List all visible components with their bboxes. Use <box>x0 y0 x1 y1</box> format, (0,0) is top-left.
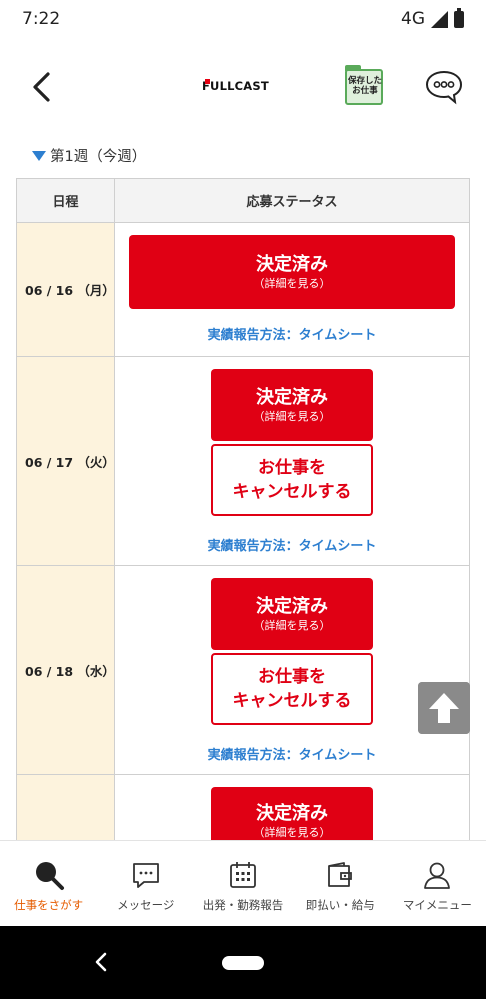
nav-my-menu[interactable]: マイメニュー <box>389 841 486 926</box>
row-status: 決定済み （詳細を見る） お仕事を キャンセルする 実績報告方法：タイムシート <box>115 566 469 774</box>
nav-label: 出発・勤務報告 <box>202 898 284 912</box>
app-header: FULLCAST 保存した お仕事 <box>0 55 486 120</box>
nav-work-report[interactable]: 出発・勤務報告 <box>194 841 291 926</box>
network-type: 4G <box>401 9 425 29</box>
header-date: 日程 <box>17 179 115 222</box>
nav-payment[interactable]: 即払い・給与 <box>292 841 389 926</box>
cancel-line2: キャンセルする <box>232 482 352 502</box>
nav-messages[interactable]: メッセージ <box>97 841 194 926</box>
fullcast-logo: FULLCAST <box>202 79 269 93</box>
system-back-icon[interactable] <box>94 952 108 972</box>
header-status: 応募ステータス <box>246 195 338 210</box>
decided-sub-label: （詳細を見る） <box>253 409 331 423</box>
logo-accent <box>205 79 210 84</box>
battery-icon <box>454 7 464 28</box>
status-time: 7:22 <box>22 9 61 29</box>
week-label-text: 第1週（今週） <box>50 149 147 165</box>
saved-jobs-button[interactable]: 保存した お仕事 <box>345 65 383 105</box>
message-icon <box>132 863 159 888</box>
cancel-job-button[interactable]: お仕事を キャンセルする <box>211 653 373 725</box>
decided-button[interactable]: 決定済み （詳細を見る） <box>211 369 373 441</box>
calendar-icon <box>230 862 256 888</box>
cancel-job-button[interactable]: お仕事を キャンセルする <box>211 444 373 516</box>
week-label: 第1週（今週） <box>32 145 146 166</box>
saved-jobs-label: 保存した お仕事 <box>348 76 382 96</box>
decided-sub-label: （詳細を見る） <box>253 276 331 290</box>
saved-jobs-line1: 保存した <box>348 76 383 86</box>
wallet-icon <box>328 862 353 887</box>
cancel-line2: キャンセルする <box>232 691 352 711</box>
cancel-line1: お仕事を <box>258 458 326 478</box>
search-icon <box>35 862 64 890</box>
nav-label: 仕事をさがす <box>14 898 84 912</box>
report-method-link[interactable]: 実績報告方法：タイムシート <box>208 535 377 554</box>
table-row: 06 / 16 （月） 決定済み （詳細を見る） 実績報告方法：タイムシート <box>17 223 469 357</box>
schedule-table: 日程 応募ステータス 06 / 16 （月） 決定済み （詳細を見る） 実績報告… <box>16 178 470 856</box>
nav-label: 即払い・給与 <box>305 898 375 912</box>
report-method-link[interactable]: 実績報告方法：タイムシート <box>208 744 377 763</box>
table-header: 日程 応募ステータス <box>17 179 469 223</box>
user-icon <box>424 862 451 889</box>
saved-jobs-line2: お仕事 <box>352 86 378 96</box>
back-icon[interactable] <box>28 71 56 103</box>
row-date: 06 / 16 （月） <box>17 223 115 356</box>
row-status: 決定済み （詳細を見る） お仕事を キャンセルする 実績報告方法：タイムシート <box>115 357 469 565</box>
nav-search-jobs[interactable]: 仕事をさがす <box>0 841 97 926</box>
decided-label: 決定済み <box>256 802 328 824</box>
decided-sub-label: （詳細を見る） <box>253 618 331 632</box>
signal-icon <box>431 10 448 28</box>
status-bar: 7:22 4G <box>0 0 486 40</box>
decided-label: 決定済み <box>256 595 328 617</box>
scroll-to-top-icon[interactable] <box>418 682 470 734</box>
system-home-pill[interactable] <box>222 956 264 970</box>
row-date: 06 / 18 （水） <box>17 566 115 774</box>
bottom-nav: 仕事をさがす メッセージ 出発・勤務報告 即払い・給与 マイメニュー <box>0 840 486 926</box>
nav-label: メッセージ <box>117 898 175 912</box>
table-row: 06 / 17 （火） 決定済み （詳細を見る） お仕事を キャンセルする 実績… <box>17 357 469 566</box>
decided-label: 決定済み <box>256 253 328 275</box>
nav-label: マイメニュー <box>402 898 472 912</box>
cancel-line1: お仕事を <box>258 667 326 687</box>
decided-button[interactable]: 決定済み （詳細を見る） <box>129 235 455 309</box>
chat-icon[interactable] <box>424 69 464 105</box>
system-nav-bar <box>0 926 486 999</box>
row-status: 決定済み （詳細を見る） 実績報告方法：タイムシート <box>115 223 469 356</box>
decided-button[interactable]: 決定済み （詳細を見る） <box>211 578 373 650</box>
status-right: 4G <box>401 7 464 29</box>
decided-sub-label: （詳細を見る） <box>253 825 331 839</box>
triangle-down-icon <box>32 150 46 161</box>
table-row: 06 / 18 （水） 決定済み （詳細を見る） お仕事を キャンセルする 実績… <box>17 566 469 775</box>
decided-label: 決定済み <box>256 386 328 408</box>
screen: 7:22 4G FULLCAST 保存した お仕事 第1週（今週） 日程 応募ス… <box>0 0 486 999</box>
report-method-link[interactable]: 実績報告方法：タイムシート <box>208 324 377 343</box>
row-date: 06 / 17 （火） <box>17 357 115 565</box>
